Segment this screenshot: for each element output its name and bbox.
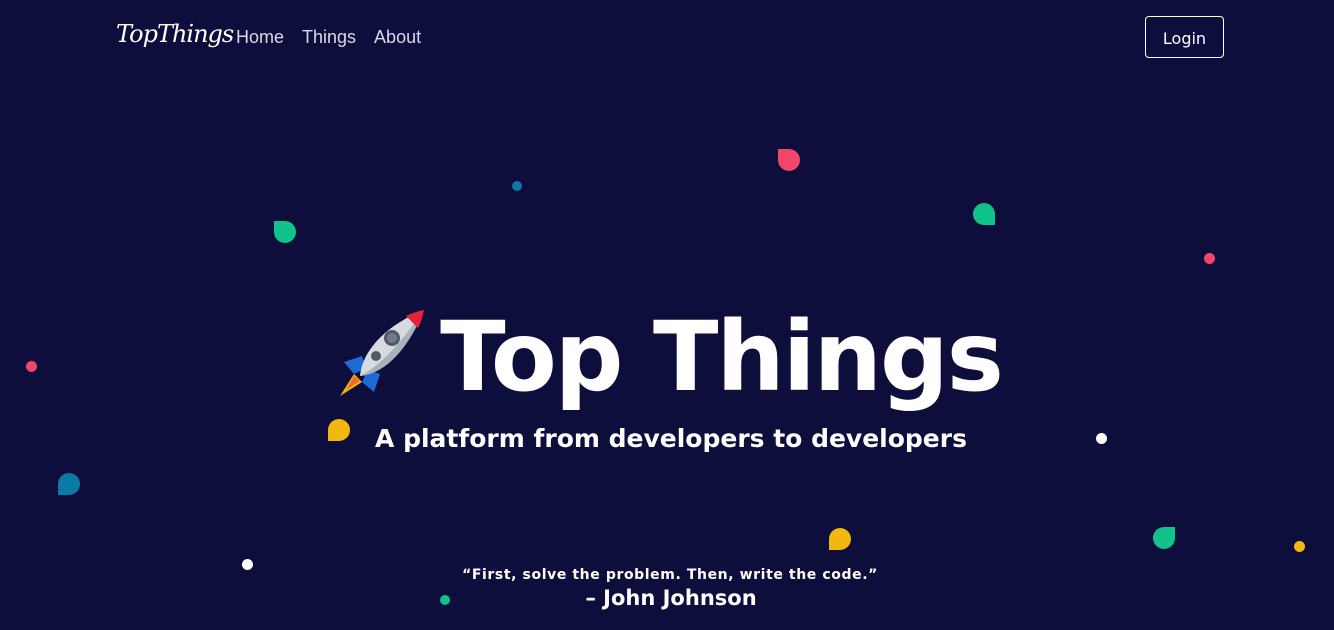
nav-link-about[interactable]: About — [374, 27, 421, 48]
decorative-dot — [829, 528, 851, 550]
nav-link-things[interactable]: Things — [302, 27, 356, 48]
brand-logo[interactable]: TopThings — [116, 20, 234, 48]
hero-subtitle: A platform from developers to developers — [375, 424, 967, 453]
decorative-dot — [1153, 527, 1175, 549]
nav-links: Home Things About — [236, 27, 421, 48]
login-button[interactable]: Login — [1145, 16, 1224, 58]
hero-title-text: Top Things — [440, 301, 1004, 413]
hero-title: Top Things — [0, 302, 1334, 412]
decorative-dot — [512, 181, 522, 191]
decorative-dot — [274, 221, 296, 243]
landing-page: TopThings Home Things About Login Top Th… — [0, 0, 1334, 630]
nav-link-home[interactable]: Home — [236, 27, 284, 48]
decorative-dot — [1294, 541, 1305, 552]
decorative-dot — [1204, 253, 1215, 264]
quote-text: “First, solve the problem. Then, write t… — [462, 567, 878, 583]
decorative-dot — [778, 149, 800, 171]
rocket-icon — [340, 310, 425, 396]
quote-author: – John Johnson — [585, 586, 757, 610]
decorative-dot — [973, 203, 995, 225]
decorative-dot — [58, 473, 80, 495]
navbar: TopThings Home Things About Login — [0, 0, 1334, 78]
